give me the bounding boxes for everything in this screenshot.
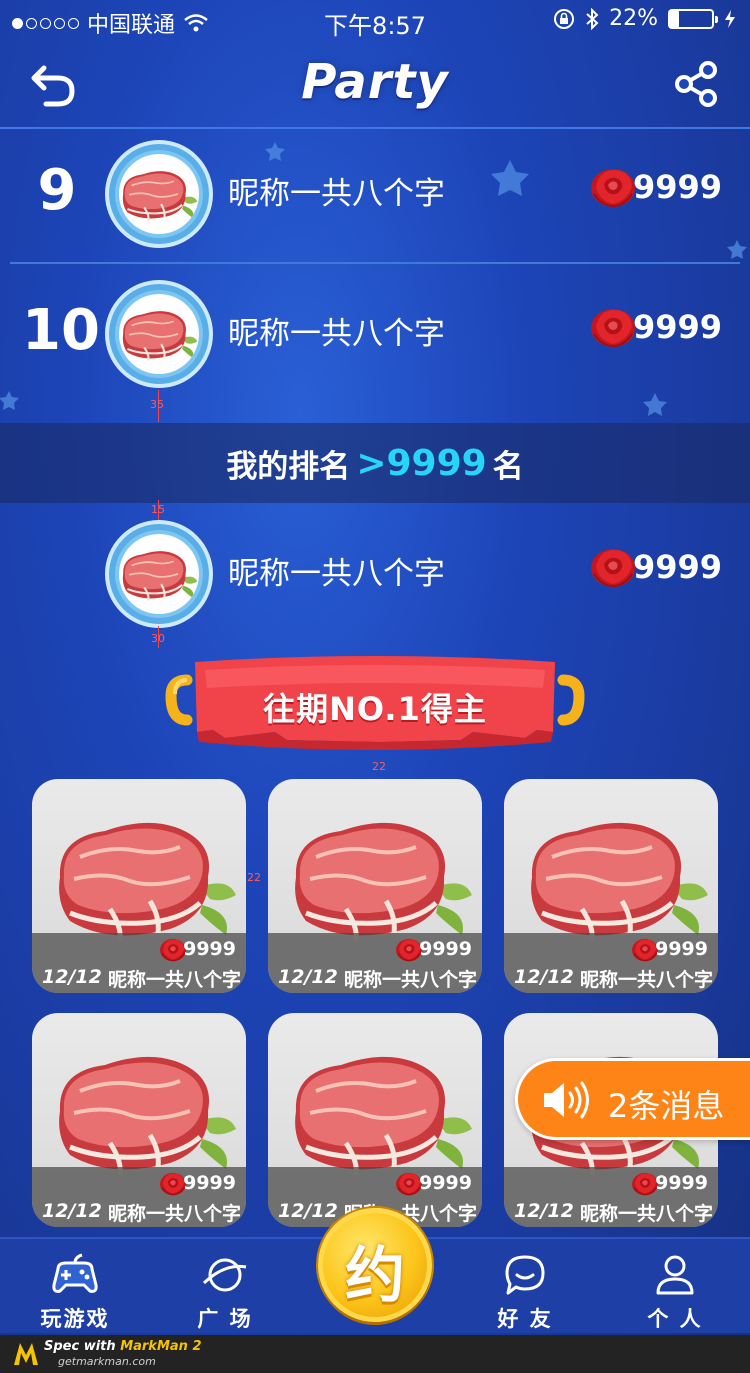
- status-right: 22%: [553, 6, 736, 31]
- past-winners-banner: 往期NO.1得主: [165, 656, 585, 758]
- card-date: 12/12: [514, 1200, 574, 1222]
- past-winner-card[interactable]: 9999 12/12 昵称一共八个字: [268, 1013, 482, 1227]
- card-date: 12/12: [278, 966, 338, 988]
- my-rank-value: >9999: [356, 442, 487, 484]
- past-winner-card[interactable]: 9999 12/12 昵称一共八个字: [32, 779, 246, 993]
- tab-label: 玩游戏: [40, 1307, 110, 1331]
- status-bar: 中国联通 下午8:57 22%: [0, 0, 750, 40]
- card-date: 12/12: [514, 966, 574, 988]
- card-nickname: 昵称一共八个字: [108, 1203, 242, 1225]
- card-score: 9999: [655, 1172, 708, 1194]
- tab-label: 个 人: [647, 1307, 703, 1331]
- avatar[interactable]: [105, 280, 213, 388]
- banner-title: 往期NO.1得主: [263, 690, 487, 728]
- charging-icon: [725, 9, 735, 28]
- card-score: 9999: [183, 938, 236, 960]
- toast-label: 2条消息: [608, 1087, 725, 1125]
- my-rank-bar: 我的排名 >9999 名: [0, 423, 750, 503]
- rank-row[interactable]: 9 昵称一共八个字 9999: [0, 128, 750, 258]
- gift-image: [50, 817, 240, 947]
- card-nickname: 昵称一共八个字: [580, 1203, 714, 1225]
- card-score: 9999: [183, 1172, 236, 1194]
- gift-image: [50, 1051, 240, 1181]
- card-footer: 9999 12/12 昵称一共八个字: [504, 933, 718, 993]
- score: 9999: [632, 308, 722, 346]
- avatar[interactable]: [105, 140, 213, 248]
- tab-label: 好 友: [497, 1307, 553, 1331]
- my-rank-suffix: 名: [492, 448, 524, 485]
- gift-image: [286, 1051, 476, 1181]
- rank-number: 9: [37, 158, 77, 223]
- new-messages-toast[interactable]: 2条消息: [515, 1058, 750, 1140]
- past-winner-card[interactable]: 9999 12/12 昵称一共八个字: [504, 779, 718, 993]
- chat-bubble-icon: [505, 1255, 545, 1295]
- gift-image: [286, 817, 476, 947]
- nickname: 昵称一共八个字: [228, 316, 445, 352]
- nickname: 昵称一共八个字: [228, 176, 445, 212]
- spec-marker: 35: [150, 398, 164, 411]
- header: Party: [0, 40, 750, 128]
- tab-friends[interactable]: 好 友: [450, 1239, 600, 1335]
- card-date: 12/12: [278, 1200, 338, 1222]
- tab-profile[interactable]: 个 人: [600, 1239, 750, 1335]
- date-center-button[interactable]: 约: [318, 1208, 432, 1322]
- card-footer: 9999 12/12 昵称一共八个字: [504, 1167, 718, 1227]
- card-score: 9999: [655, 938, 708, 960]
- nickname: 昵称一共八个字: [228, 556, 445, 592]
- past-winner-card[interactable]: 9999 12/12 昵称一共八个字: [32, 1013, 246, 1227]
- center-button-label: 约: [345, 1241, 405, 1311]
- battery-icon: [668, 8, 718, 29]
- person-icon: [656, 1255, 694, 1295]
- avatar[interactable]: [105, 520, 213, 628]
- watermark-line1: Spec with MarkMan 2: [44, 1339, 202, 1354]
- tab-label: 广 场: [197, 1307, 253, 1331]
- page-title: Party: [301, 54, 449, 110]
- card-nickname: 昵称一共八个字: [344, 969, 478, 991]
- rose-icon: [588, 544, 638, 590]
- speaker-icon: [544, 1081, 589, 1119]
- card-nickname: 昵称一共八个字: [108, 969, 242, 991]
- tab-square[interactable]: 广 场: [150, 1239, 300, 1335]
- rotation-lock-icon: [554, 8, 575, 29]
- spec-marker: 30: [151, 632, 165, 645]
- rose-icon: [588, 304, 638, 350]
- rank-number: 10: [22, 298, 100, 363]
- score: 9999: [632, 548, 722, 586]
- card-footer: 9999 12/12 昵称一共八个字: [32, 933, 246, 993]
- rose-icon: [588, 164, 638, 210]
- card-date: 12/12: [42, 1200, 102, 1222]
- my-rank-row[interactable]: 昵称一共八个字 9999: [0, 508, 750, 638]
- tab-play-game[interactable]: 玩游戏: [0, 1239, 150, 1335]
- card-score: 9999: [419, 938, 472, 960]
- spec-marker: 22: [372, 760, 386, 773]
- markman-logo-icon: [14, 1343, 38, 1365]
- card-date: 12/12: [42, 966, 102, 988]
- card-score: 9999: [419, 1172, 472, 1194]
- bluetooth-icon: [586, 7, 599, 30]
- card-nickname: 昵称一共八个字: [580, 969, 714, 991]
- row-divider: [10, 262, 740, 264]
- gift-image: [522, 817, 712, 947]
- rank-row[interactable]: 10 昵称一共八个字 9999: [0, 268, 750, 398]
- markman-watermark: Spec with MarkMan 2 getmarkman.com: [0, 1335, 750, 1373]
- spec-marker: 22: [247, 871, 261, 884]
- gamepad-icon: [52, 1253, 98, 1293]
- score: 9999: [632, 168, 722, 206]
- watermark-line2: getmarkman.com: [58, 1355, 156, 1368]
- planet-icon: [202, 1258, 247, 1292]
- battery-percent: 22%: [609, 6, 658, 31]
- past-winner-card[interactable]: 9999 12/12 昵称一共八个字: [268, 779, 482, 993]
- share-icon[interactable]: [672, 60, 720, 108]
- card-footer: 9999 12/12 昵称一共八个字: [32, 1167, 246, 1227]
- card-footer: 9999 12/12 昵称一共八个字: [268, 933, 482, 993]
- my-rank-prefix: 我的排名: [226, 448, 351, 485]
